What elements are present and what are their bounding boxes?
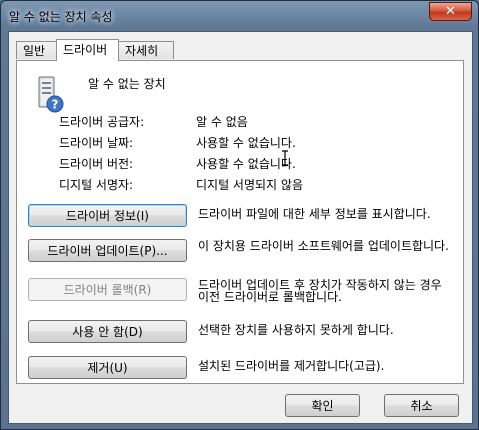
unknown-device-icon: ? (38, 76, 64, 113)
device-name: 알 수 없는 장치 (88, 77, 166, 91)
dialog-client-area: 일반 드라이버 자세히 ? 알 수 없는 장치 드라이버 공급자: 알 수 없음… (8, 31, 473, 424)
disable-device-desc: 선택한 장치를 사용하지 못하게 합니다. (198, 323, 394, 337)
ok-label: 확인 (311, 399, 334, 413)
rollback-driver-label: 드라이버 롤백(R) (63, 283, 152, 297)
version-label: 드라이버 버전: (59, 157, 134, 171)
uninstall-driver-label: 제거(U) (87, 361, 128, 375)
rollback-driver-desc: 드라이버 업데이트 후 장치가 작동하지 않는 경우 이전 드라이버로 롤백합니… (198, 278, 442, 304)
provider-label: 드라이버 공급자: (59, 115, 145, 129)
svg-text:?: ? (52, 98, 59, 112)
driver-details-label: 드라이버 정보(I) (66, 209, 149, 223)
close-button[interactable]: ✕ (429, 2, 472, 21)
driver-tab-panel: ? 알 수 없는 장치 드라이버 공급자: 알 수 없음 드라이버 날짜: 사용… (16, 60, 464, 384)
provider-value: 알 수 없음 (196, 115, 248, 129)
uninstall-driver-button[interactable]: 제거(U) (28, 356, 187, 379)
tab-driver-label: 드라이버 (63, 43, 108, 57)
signer-label: 디지털 서명자: (59, 178, 134, 192)
date-label: 드라이버 날짜: (59, 136, 134, 150)
disable-device-label: 사용 안 함(D) (72, 325, 143, 339)
disable-device-button[interactable]: 사용 안 함(D) (28, 320, 187, 343)
date-value: 사용할 수 없습니다. (196, 136, 296, 150)
update-driver-desc: 이 장치용 드라이버 소프트웨어를 업데이트합니다. (198, 239, 449, 253)
cancel-label: 취소 (410, 399, 433, 413)
driver-details-button[interactable]: 드라이버 정보(I) (28, 204, 187, 227)
close-icon: ✕ (445, 4, 456, 19)
signer-value: 디지털 서명되지 않음 (196, 178, 303, 192)
uninstall-driver-desc: 설치된 드라이버를 제거합니다(고급). (198, 359, 385, 373)
tab-general[interactable]: 일반 (16, 41, 57, 59)
tab-details-label: 자세히 (125, 44, 159, 58)
cancel-button[interactable]: 취소 (384, 394, 459, 417)
tab-details[interactable]: 자세히 (118, 41, 174, 59)
rollback-driver-button[interactable]: 드라이버 롤백(R) (28, 278, 187, 301)
text-cursor-icon (282, 150, 288, 166)
properties-dialog: 알 수 없는 장치 속성 ✕ 일반 드라이버 자세히 ? 알 수 없는 장치 드… (0, 0, 479, 430)
title-bar[interactable]: 알 수 없는 장치 속성 ✕ (1, 1, 478, 31)
update-driver-label: 드라이버 업데이트(P)... (47, 244, 168, 258)
ok-button[interactable]: 확인 (285, 394, 360, 417)
driver-details-desc: 드라이버 파일에 대한 세부 정보를 표시합니다. (198, 207, 431, 221)
tab-driver[interactable]: 드라이버 (56, 39, 119, 61)
window-title: 알 수 없는 장치 속성 (9, 10, 113, 24)
update-driver-button[interactable]: 드라이버 업데이트(P)... (28, 239, 187, 262)
tab-general-label: 일반 (23, 44, 46, 58)
